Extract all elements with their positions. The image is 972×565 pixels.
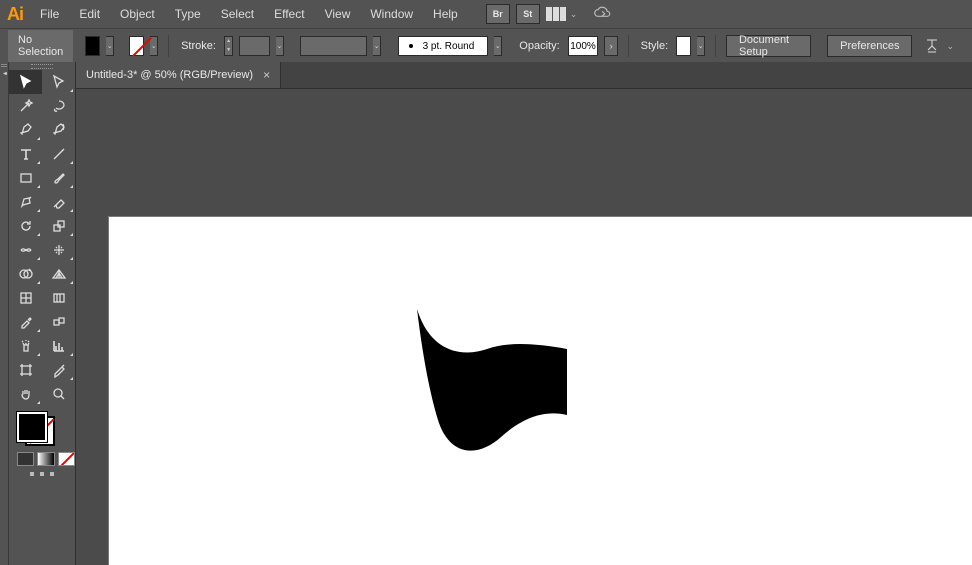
shape-builder-tool[interactable] — [9, 262, 42, 286]
app-logo: Ai — [0, 0, 30, 28]
rectangle-tool[interactable] — [9, 166, 42, 190]
variable-width-profile[interactable] — [300, 36, 367, 56]
tools-grip[interactable] — [9, 62, 75, 70]
fill-dropdown[interactable]: ⌄ — [106, 36, 114, 56]
stroke-swatch[interactable] — [129, 36, 144, 56]
menu-items: File Edit Object Type Select Effect View… — [30, 0, 468, 28]
stroke-weight-input[interactable] — [239, 36, 270, 56]
vector-shape[interactable] — [409, 309, 569, 459]
brush-definition[interactable]: 3 pt. Round — [398, 36, 489, 56]
menu-bar: Ai File Edit Object Type Select Effect V… — [0, 0, 972, 28]
menu-type[interactable]: Type — [165, 0, 211, 28]
artboard[interactable] — [108, 216, 972, 565]
mesh-tool[interactable] — [9, 286, 42, 310]
fill-color-swatch[interactable] — [17, 412, 47, 442]
menu-window[interactable]: Window — [360, 0, 423, 28]
menu-view[interactable]: View — [315, 0, 361, 28]
zoom-tool[interactable] — [42, 382, 75, 406]
workspace: ◂◂ — [0, 62, 972, 565]
free-transform-tool[interactable] — [42, 238, 75, 262]
pen-tool[interactable] — [9, 118, 42, 142]
eyedropper-tool[interactable] — [9, 310, 42, 334]
opacity-input[interactable]: 100% — [568, 36, 599, 56]
bridge-button[interactable]: Br — [486, 4, 510, 24]
sync-settings-icon[interactable] — [587, 6, 613, 23]
menu-file[interactable]: File — [30, 0, 69, 28]
screen-mode-dots[interactable] — [9, 466, 75, 482]
rotate-tool[interactable] — [9, 214, 42, 238]
stroke-weight-label: Stroke: — [179, 40, 218, 52]
shaper-tool[interactable] — [9, 190, 42, 214]
document-tab[interactable]: Untitled-3* @ 50% (RGB/Preview) × — [76, 62, 281, 88]
color-mode-none[interactable] — [58, 452, 75, 466]
slice-tool[interactable] — [42, 358, 75, 382]
magic-wand-tool[interactable] — [9, 94, 42, 118]
stroke-weight-stepper[interactable]: ▲▼ — [224, 36, 233, 56]
artboard-tool[interactable] — [9, 358, 42, 382]
graphic-style-dropdown[interactable]: ⌄ — [697, 36, 705, 56]
brush-name: 3 pt. Round — [423, 41, 475, 52]
column-graph-tool[interactable] — [42, 334, 75, 358]
direct-selection-tool[interactable] — [42, 70, 75, 94]
arrange-documents-button[interactable] — [546, 7, 566, 21]
document-area: Untitled-3* @ 50% (RGB/Preview) × — [76, 62, 972, 565]
type-tool[interactable] — [9, 142, 42, 166]
variable-width-dropdown[interactable]: ⌄ — [373, 36, 381, 56]
brush-preview-icon — [409, 44, 413, 48]
tools-panel — [9, 62, 76, 565]
selection-status: No Selection — [8, 30, 73, 63]
menu-help[interactable]: Help — [423, 0, 468, 28]
document-tab-title: Untitled-3* @ 50% (RGB/Preview) — [86, 69, 253, 81]
control-bar: No Selection ⌄ ⌄ Stroke: ▲▼ ⌄ ⌄ 3 pt. Ro… — [0, 28, 972, 64]
arrange-dropdown-icon[interactable]: ⌄ — [570, 9, 578, 20]
lasso-tool[interactable] — [42, 94, 75, 118]
opacity-popup-button[interactable]: › — [604, 36, 618, 56]
color-mode-row — [9, 450, 75, 466]
graphic-style-swatch[interactable] — [676, 36, 691, 56]
close-tab-icon[interactable]: × — [263, 68, 270, 82]
menu-edit[interactable]: Edit — [69, 0, 110, 28]
opacity-label: Opacity: — [517, 40, 561, 52]
document-setup-button[interactable]: Document Setup — [726, 35, 811, 57]
preferences-button[interactable]: Preferences — [827, 35, 912, 57]
paintbrush-tool[interactable] — [42, 166, 75, 190]
color-mode-solid[interactable] — [17, 452, 34, 466]
align-to-icon[interactable] — [924, 36, 940, 56]
brush-dropdown[interactable]: ⌄ — [494, 36, 502, 56]
align-dropdown-icon[interactable]: ⌄ — [946, 41, 954, 52]
canvas[interactable] — [76, 88, 972, 565]
width-tool[interactable] — [9, 238, 42, 262]
stock-button[interactable]: St — [516, 4, 540, 24]
blend-tool[interactable] — [42, 310, 75, 334]
color-mode-gradient[interactable] — [37, 452, 54, 466]
fill-stroke-block — [9, 406, 75, 450]
symbol-sprayer-tool[interactable] — [9, 334, 42, 358]
panel-dock-left[interactable]: ◂◂ — [0, 62, 9, 565]
style-label: Style: — [639, 40, 671, 52]
scale-tool[interactable] — [42, 214, 75, 238]
document-tab-bar: Untitled-3* @ 50% (RGB/Preview) × — [76, 62, 972, 89]
line-segment-tool[interactable] — [42, 142, 75, 166]
curvature-tool[interactable] — [42, 118, 75, 142]
stroke-weight-dropdown[interactable]: ⌄ — [276, 36, 284, 56]
gradient-tool[interactable] — [42, 286, 75, 310]
selection-tool[interactable] — [9, 70, 42, 94]
perspective-grid-tool[interactable] — [42, 262, 75, 286]
menu-effect[interactable]: Effect — [264, 0, 314, 28]
menu-object[interactable]: Object — [110, 0, 165, 28]
hand-tool[interactable] — [9, 382, 42, 406]
fill-swatch[interactable] — [85, 36, 100, 56]
collapse-dock-icon[interactable]: ◂◂ — [0, 70, 8, 77]
menu-select[interactable]: Select — [211, 0, 264, 28]
eraser-tool[interactable] — [42, 190, 75, 214]
